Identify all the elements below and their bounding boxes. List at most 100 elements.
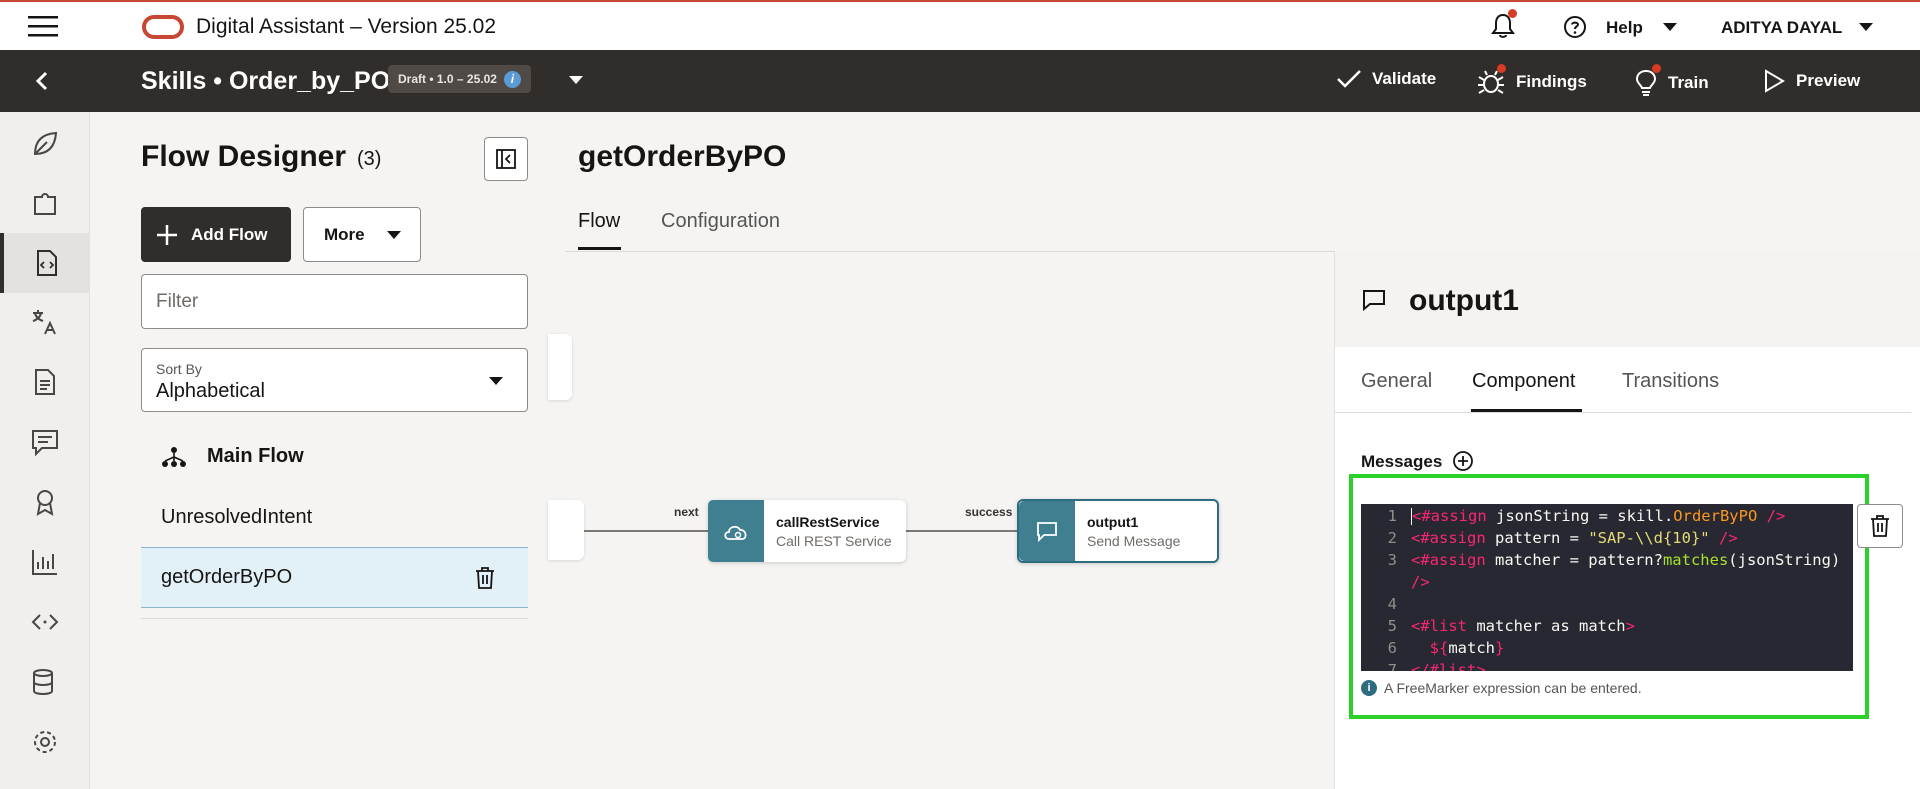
flow-list-divider bbox=[141, 618, 528, 619]
help-chevron-down-icon[interactable] bbox=[1663, 23, 1677, 31]
rail-gear-icon[interactable] bbox=[0, 712, 90, 772]
code-line: 5 <#list matcher as match> bbox=[1387, 617, 1635, 635]
edge-next bbox=[584, 530, 709, 532]
back-chevron-icon[interactable] bbox=[32, 70, 52, 92]
add-flow-button[interactable]: Add Flow bbox=[141, 207, 291, 262]
findings-label: Findings bbox=[1516, 72, 1587, 91]
tab-component[interactable]: Component bbox=[1472, 370, 1575, 393]
sort-select[interactable]: Sort By Alphabetical bbox=[141, 348, 528, 412]
panel-title: Flow Designer bbox=[141, 140, 347, 173]
add-message-icon[interactable] bbox=[1452, 450, 1474, 472]
rail-leaf-icon[interactable] bbox=[0, 114, 90, 174]
more-chevron-down-icon bbox=[386, 230, 401, 239]
canvas-divider bbox=[565, 251, 1335, 252]
code-line: 3 <#assign matcher = pattern?matches(json… bbox=[1387, 551, 1841, 569]
flow-item-label: Main Flow bbox=[207, 445, 304, 467]
code-editor[interactable]: 1 <#assign jsonString = skill.OrderByPO /… bbox=[1361, 504, 1853, 671]
active-tab-indicator bbox=[578, 247, 621, 250]
flow-count: (3) bbox=[357, 148, 382, 170]
properties-panel: output1 General Component Transitions Me… bbox=[1334, 252, 1920, 789]
train-button[interactable]: Train bbox=[1634, 68, 1709, 98]
rail-document-icon[interactable] bbox=[0, 352, 90, 412]
rail-database-icon[interactable] bbox=[0, 652, 90, 712]
collapse-panel-icon bbox=[496, 149, 516, 169]
delete-flow-trash-icon[interactable] bbox=[474, 566, 496, 590]
flow-item-get-order-by-po[interactable]: getOrderByPO bbox=[141, 547, 528, 608]
node-text: callRestService Call REST Service bbox=[764, 514, 892, 549]
edge-success bbox=[906, 530, 1018, 532]
findings-button[interactable]: Findings bbox=[1476, 68, 1587, 96]
messages-label: Messages bbox=[1361, 452, 1443, 471]
code-line: 6 ${match} bbox=[1387, 639, 1505, 657]
flow-item-main-flow[interactable]: Main Flow bbox=[141, 426, 528, 487]
message-icon bbox=[1037, 522, 1057, 542]
play-icon bbox=[1765, 69, 1785, 93]
preview-button[interactable]: Preview bbox=[1762, 68, 1860, 94]
app-title: Digital Assistant – Version 25.02 bbox=[196, 15, 497, 38]
user-menu[interactable]: ADITYA DAYAL bbox=[1721, 18, 1842, 38]
flow-item-unresolved-intent[interactable]: UnresolvedIntent bbox=[141, 487, 528, 548]
collapse-panel-button[interactable] bbox=[484, 137, 528, 181]
train-dot bbox=[1652, 64, 1661, 73]
canvas-toolbar[interactable] bbox=[548, 334, 572, 400]
sort-chevron-down-icon bbox=[489, 377, 503, 385]
node-text: output1 Send Message bbox=[1075, 514, 1180, 549]
sort-value: Alphabetical bbox=[156, 380, 265, 402]
tab-flow[interactable]: Flow bbox=[578, 210, 620, 233]
delete-message-button[interactable] bbox=[1857, 504, 1903, 548]
node-icon-bg bbox=[1019, 501, 1075, 561]
version-badge: Draft • 1.0 – 25.02 i bbox=[388, 65, 531, 93]
help-menu[interactable]: Help bbox=[1606, 18, 1643, 38]
sort-label: Sort By bbox=[156, 361, 202, 377]
tabs-divider bbox=[1335, 412, 1911, 413]
skill-title: Skills • Order_by_PO bbox=[141, 67, 391, 95]
rail-translate-icon[interactable] bbox=[0, 292, 90, 352]
flow-title: getOrderByPO bbox=[578, 140, 787, 173]
freemarker-hint: i A FreeMarker expression can be entered… bbox=[1361, 680, 1642, 696]
rail-award-icon[interactable] bbox=[0, 472, 90, 532]
trash-icon bbox=[1871, 515, 1889, 537]
rail-chat-icon[interactable] bbox=[0, 412, 90, 472]
rail-code-icon[interactable] bbox=[0, 592, 90, 652]
code-line: /> bbox=[1411, 573, 1430, 591]
properties-header: output1 bbox=[1335, 252, 1920, 347]
help-icon[interactable] bbox=[1563, 15, 1587, 39]
top-bar: Digital Assistant – Version 25.02 Help A… bbox=[0, 0, 1920, 50]
menu-icon[interactable] bbox=[28, 14, 58, 38]
nav-rail bbox=[0, 112, 90, 789]
version-badge-label: Draft • 1.0 – 25.02 bbox=[398, 72, 497, 86]
version-chevron-down-icon[interactable] bbox=[569, 76, 583, 84]
previous-node[interactable] bbox=[548, 500, 584, 560]
message-icon bbox=[1363, 290, 1385, 312]
node-name: callRestService bbox=[776, 513, 880, 530]
more-button[interactable]: More bbox=[303, 207, 421, 262]
rail-flow-designer-icon[interactable] bbox=[0, 233, 90, 293]
flow-item-label: getOrderByPO bbox=[161, 566, 293, 588]
validate-label: Validate bbox=[1372, 69, 1437, 88]
code-line: 4 bbox=[1387, 595, 1397, 613]
node-output1[interactable]: output1 Send Message bbox=[1017, 499, 1219, 563]
plus-icon bbox=[157, 224, 177, 245]
rail-puzzle-icon[interactable] bbox=[0, 174, 90, 234]
check-icon bbox=[1337, 70, 1361, 88]
edge-label-success: success bbox=[965, 505, 1013, 519]
preview-label: Preview bbox=[1796, 71, 1861, 90]
validate-button[interactable]: Validate bbox=[1336, 68, 1436, 90]
tab-transitions[interactable]: Transitions bbox=[1622, 370, 1719, 393]
train-label: Train bbox=[1668, 73, 1709, 92]
hint-text: A FreeMarker expression can be entered. bbox=[1384, 680, 1642, 696]
node-name: output1 bbox=[1087, 513, 1139, 530]
rail-chart-icon[interactable] bbox=[0, 532, 90, 592]
info-icon[interactable]: i bbox=[503, 71, 521, 88]
filter-input[interactable] bbox=[141, 274, 528, 329]
info-icon: i bbox=[1361, 680, 1377, 696]
cloud-gear-icon bbox=[724, 525, 747, 540]
tab-general[interactable]: General bbox=[1361, 370, 1432, 393]
node-call-rest-service[interactable]: callRestService Call REST Service bbox=[708, 500, 906, 562]
findings-dot bbox=[1497, 64, 1506, 73]
user-chevron-down-icon[interactable] bbox=[1859, 23, 1873, 31]
code-line: 1 <#assign jsonString = skill.OrderByPO /… bbox=[1387, 507, 1786, 525]
notification-dot bbox=[1508, 9, 1517, 18]
edge-label-next: next bbox=[674, 505, 699, 519]
tab-configuration[interactable]: Configuration bbox=[661, 210, 780, 233]
